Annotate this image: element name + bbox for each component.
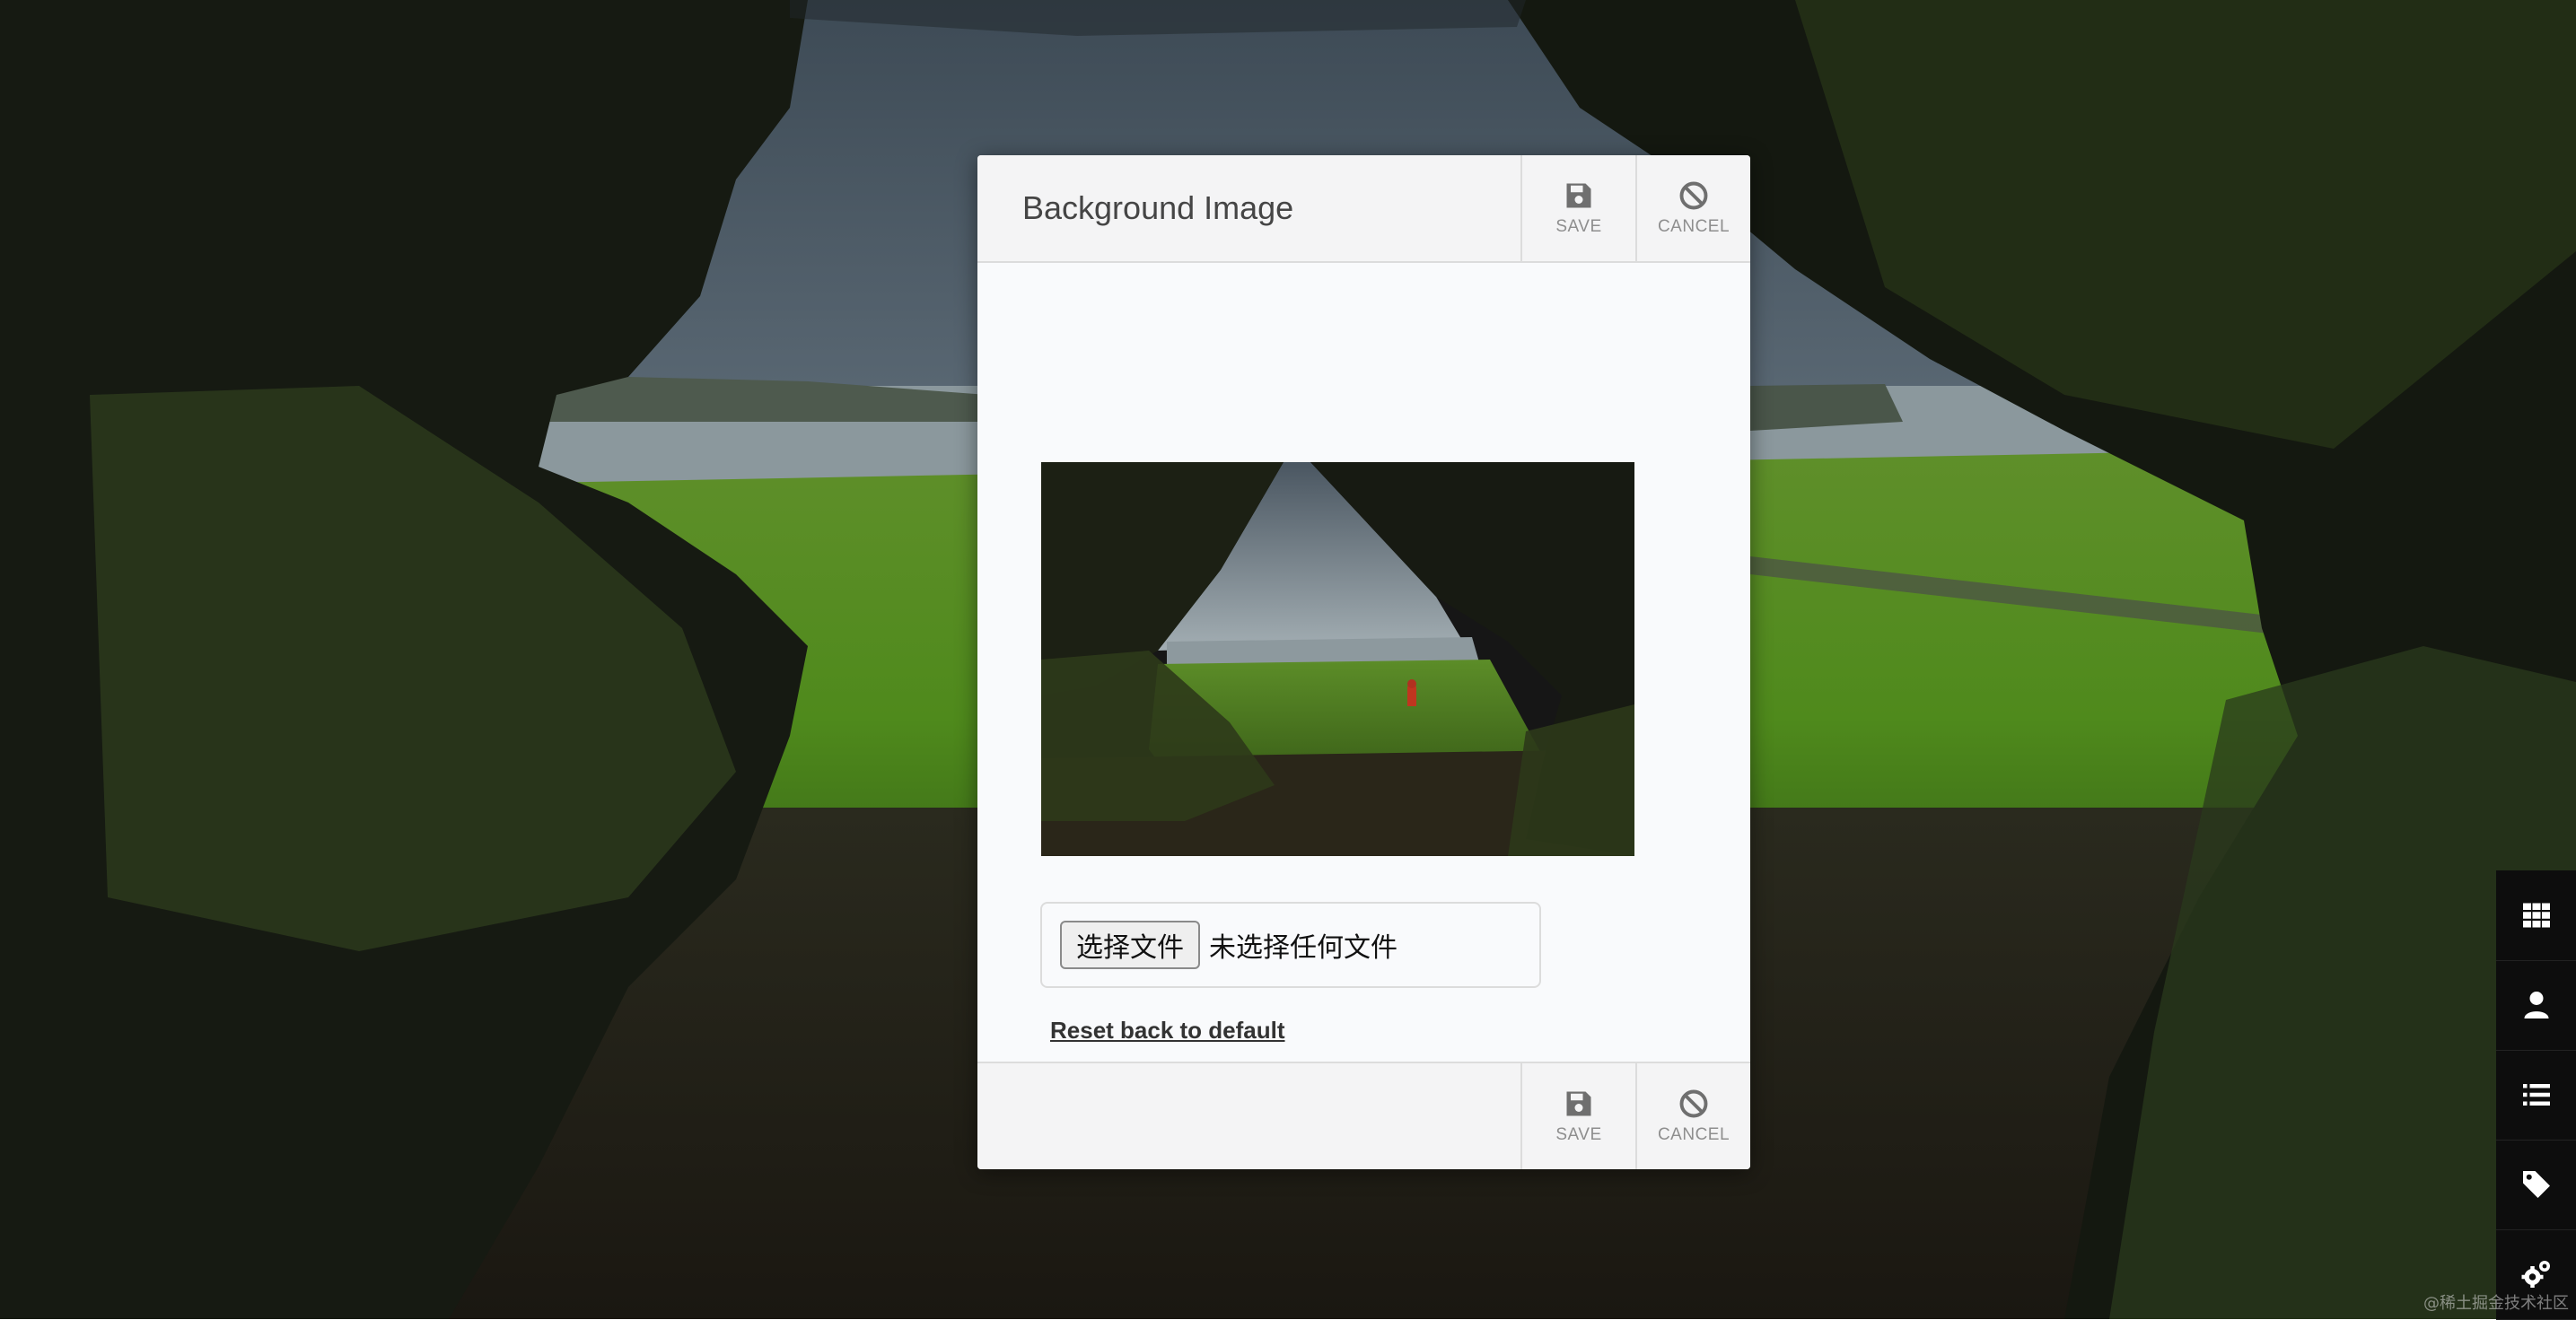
- header-save-button[interactable]: SAVE: [1520, 155, 1635, 261]
- file-status-text: 未选择任何文件: [1209, 925, 1398, 965]
- dock-tag-button[interactable]: [2496, 1140, 2576, 1230]
- footer-spacer: [977, 1063, 1520, 1169]
- watermark: @稀土掘金技术社区: [2423, 1290, 2569, 1314]
- background-image-dialog: Background Image SAVE CANCEL: [977, 155, 1750, 1169]
- ban-icon: [1678, 179, 1710, 212]
- dialog-header: Background Image SAVE CANCEL: [977, 155, 1750, 263]
- footer-cancel-label: CANCEL: [1658, 1125, 1730, 1145]
- dialog-body: 选择文件 未选择任何文件 Reset back to default: [977, 263, 1750, 1060]
- footer-save-label: SAVE: [1555, 1125, 1601, 1145]
- file-input[interactable]: 选择文件 未选择任何文件: [1040, 902, 1541, 988]
- list-icon: [2520, 1079, 2553, 1111]
- background-preview-image: [1041, 462, 1634, 856]
- dialog-footer: SAVE CANCEL: [977, 1062, 1750, 1169]
- choose-file-button[interactable]: 选择文件: [1060, 921, 1200, 969]
- footer-cancel-button[interactable]: CANCEL: [1635, 1063, 1750, 1169]
- dialog-title: Background Image: [977, 155, 1520, 261]
- reset-default-link[interactable]: Reset back to default: [1050, 1017, 1285, 1045]
- user-icon: [2520, 989, 2553, 1021]
- dock-apps-button[interactable]: [2496, 870, 2576, 961]
- floppy-disk-icon: [1563, 179, 1595, 212]
- gear-icon: [2520, 1258, 2553, 1290]
- footer-save-button[interactable]: SAVE: [1520, 1063, 1635, 1169]
- header-save-label: SAVE: [1555, 217, 1601, 237]
- header-cancel-button[interactable]: CANCEL: [1635, 155, 1750, 261]
- right-dock: [2496, 870, 2576, 1319]
- tag-icon: [2520, 1168, 2553, 1201]
- header-cancel-label: CANCEL: [1658, 217, 1730, 237]
- dock-list-button[interactable]: [2496, 1050, 2576, 1141]
- dock-user-button[interactable]: [2496, 960, 2576, 1051]
- ban-icon: [1678, 1088, 1710, 1120]
- floppy-disk-icon: [1563, 1088, 1595, 1120]
- grid-icon: [2520, 899, 2553, 931]
